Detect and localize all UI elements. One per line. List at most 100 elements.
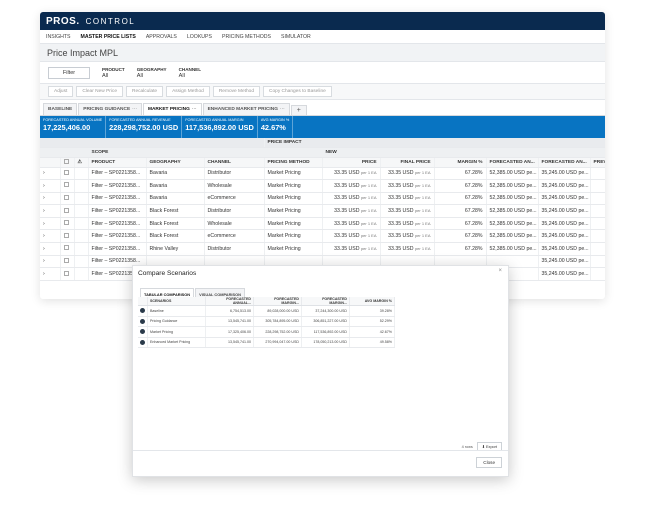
checkbox[interactable] <box>63 257 69 263</box>
nav-item-pricing-methods[interactable]: PRICING METHODS <box>222 34 271 40</box>
row-checkbox[interactable] <box>60 242 75 256</box>
expand-icon[interactable]: › <box>40 255 61 269</box>
nav-item-insights[interactable]: INSIGHTS <box>46 34 71 40</box>
column-header-product[interactable]: PRODUCT <box>88 157 147 168</box>
table-row[interactable]: › Filter – SP0221358... Bavaria eCommerce Ma… <box>40 192 605 206</box>
tab-menu-icon[interactable]: ··· <box>132 107 137 112</box>
row-checkbox[interactable] <box>60 192 75 206</box>
table-row[interactable]: › Filter – SP0221358... Black Forest Distri… <box>40 204 605 218</box>
recalculate-button[interactable]: Recalculate <box>126 86 164 97</box>
checkbox[interactable] <box>63 270 69 276</box>
cell-price[interactable]: 33.35 USD per 1 EA <box>322 229 381 244</box>
expand-icon[interactable]: › <box>40 267 61 281</box>
action-toolbar: Adjust Clear New Price Recalculate Assig… <box>40 84 605 100</box>
cell-price[interactable]: 33.35 USD per 1 EA <box>322 179 381 193</box>
table-row[interactable]: › Filter – SP0221358... Bavaria Wholesale Ma… <box>40 179 605 193</box>
kpi-margin: FORECASTED ANNUAL MARGIN 117,536,892.00 … <box>182 116 258 138</box>
nav-item-lookups[interactable]: LOOKUPS <box>187 34 212 40</box>
checkbox[interactable] <box>63 207 69 213</box>
column-header-margin[interactable]: MARGIN % <box>434 157 487 168</box>
copy-changes-button[interactable]: Copy Changes to Baseline <box>263 86 332 97</box>
cell-pricing-method: Market Pricing <box>264 217 323 231</box>
comparison-header-scenarios[interactable]: SCENARIOS <box>147 297 206 306</box>
nav-item-approvals[interactable]: APPROVALS <box>146 34 177 40</box>
add-tab-button[interactable]: + <box>290 105 307 115</box>
checkbox[interactable] <box>63 182 69 188</box>
close-button[interactable]: Close <box>476 457 502 468</box>
row-alert <box>74 255 89 269</box>
tab-enhanced-market-pricing[interactable]: ENHANCED MARKET PRICING ··· <box>202 103 290 115</box>
nav-item-simulator[interactable]: SIMULATOR <box>281 34 311 40</box>
tab-menu-icon[interactable]: ··· <box>280 107 285 112</box>
forecasted-annual: 13,545,741.00 <box>205 316 254 327</box>
row-checkbox[interactable] <box>60 179 75 193</box>
cell-price[interactable]: 33.35 USD per 1 EA <box>322 242 381 256</box>
cell-margin: 67.28% <box>434 204 487 218</box>
adjust-button[interactable]: Adjust <box>48 86 74 97</box>
tab-menu-icon[interactable]: ··· <box>192 107 197 112</box>
row-checkbox[interactable] <box>60 217 75 231</box>
price-value: 33.35 USD <box>334 245 360 252</box>
row-checkbox[interactable] <box>60 267 75 281</box>
filter-geography[interactable]: GEOGRAPHY All <box>137 67 167 79</box>
expand-icon[interactable]: › <box>40 179 61 193</box>
close-icon[interactable]: × <box>498 268 502 274</box>
scenario-name: Enhanced Market Pricing <box>147 337 206 348</box>
table-row[interactable]: › Filter – SP0221358... Rhine Valley Distri… <box>40 242 605 256</box>
tab-pricing-guidance[interactable]: PRICING GUIDANCE ··· <box>78 103 142 115</box>
comparison-header-forecasted-annual[interactable]: FORECASTED ANNUAL... <box>205 297 254 306</box>
column-header-final-price[interactable]: FINAL PRICE <box>380 157 435 168</box>
column-header-price[interactable]: PRICE <box>322 157 381 168</box>
row-checkbox[interactable] <box>60 204 75 218</box>
comparison-header-avg-margin[interactable]: AVG MARGIN % <box>349 297 395 306</box>
expand-icon[interactable]: › <box>40 167 61 181</box>
column-header-channel[interactable]: CHANNEL <box>204 157 265 168</box>
checkbox[interactable] <box>63 169 69 175</box>
comparison-header-forecasted-margin-2[interactable]: FORECASTED MARGIN... <box>301 297 350 306</box>
checkbox[interactable] <box>63 232 69 238</box>
expand-icon[interactable]: › <box>40 217 61 231</box>
checkbox[interactable] <box>63 245 69 251</box>
column-header-pricing-method[interactable]: PRICING METHOD <box>264 157 323 168</box>
column-header-geography[interactable]: GEOGRAPHY <box>146 157 205 168</box>
comparison-row[interactable]: Pricing Guidance 13,545,741.00 305,784,895… <box>138 316 395 327</box>
assign-method-button[interactable]: Assign Method <box>166 86 210 97</box>
tab-baseline[interactable]: BASELINE <box>43 103 78 115</box>
comparison-row[interactable]: Enhanced Market Pricing 13,545,741.00 270,… <box>138 337 395 348</box>
expand-icon[interactable]: › <box>40 204 61 218</box>
expand-icon[interactable]: › <box>40 229 61 244</box>
table-row[interactable]: › Filter – SP0221358... Black Forest Wholes… <box>40 217 605 231</box>
brand-logo[interactable]: PROS. <box>46 16 80 27</box>
column-header-forecasted-2[interactable]: FORECASTED AN... <box>538 157 591 168</box>
cell-price[interactable]: 33.35 USD per 1 EA <box>322 167 381 181</box>
filter-button[interactable]: Filter <box>48 66 90 79</box>
kpi-volume-value: 17,225,406.00 <box>43 123 91 132</box>
table-row[interactable]: › Filter – SP0221358... Black Forest eComme… <box>40 229 605 244</box>
nav-item-master-price-lists[interactable]: MASTER PRICE LISTS <box>81 34 136 40</box>
row-checkbox[interactable] <box>60 167 75 181</box>
cell-final-price: 33.35 USD per 1 EA <box>380 242 435 256</box>
row-checkbox[interactable] <box>60 229 75 244</box>
remove-method-button[interactable]: Remove Method <box>212 86 261 97</box>
tab-market-pricing[interactable]: MARKET PRICING ··· <box>142 103 202 115</box>
column-header-prev-12[interactable]: PREV 12 <box>590 157 605 168</box>
checkbox[interactable] <box>63 220 69 226</box>
column-header-forecasted-1[interactable]: FORECASTED AN... <box>486 157 539 168</box>
comparison-row[interactable]: Baseline 6,754,513.00 89,028,000.00 USD 37,… <box>138 305 395 317</box>
select-all-checkbox[interactable] <box>63 158 69 164</box>
cell-price[interactable]: 33.35 USD per 1 EA <box>322 192 381 206</box>
cell-price[interactable]: 33.35 USD per 1 EA <box>322 217 381 231</box>
compare-scenarios-modal: Compare Scenarios × TABULAR COMPARISON V… <box>132 265 509 477</box>
cell-price[interactable]: 33.35 USD per 1 EA <box>322 204 381 218</box>
table-row[interactable]: › Filter – SP0221358... Bavaria Distributor… <box>40 167 605 181</box>
cell-product: Filter – SP0221358... <box>88 242 147 256</box>
comparison-header-forecasted-margin-1[interactable]: FORECASTED MARGIN... <box>253 297 302 306</box>
expand-icon[interactable]: › <box>40 192 61 206</box>
checkbox[interactable] <box>63 194 69 200</box>
filter-channel[interactable]: CHANNEL All <box>179 67 201 79</box>
filter-product[interactable]: PRODUCT All <box>102 67 125 79</box>
expand-icon[interactable]: › <box>40 242 61 256</box>
row-checkbox[interactable] <box>60 255 75 269</box>
comparison-row[interactable]: Market Pricing 17,325,406.00 228,298,752.0… <box>138 326 395 338</box>
clear-new-price-button[interactable]: Clear New Price <box>76 86 123 97</box>
